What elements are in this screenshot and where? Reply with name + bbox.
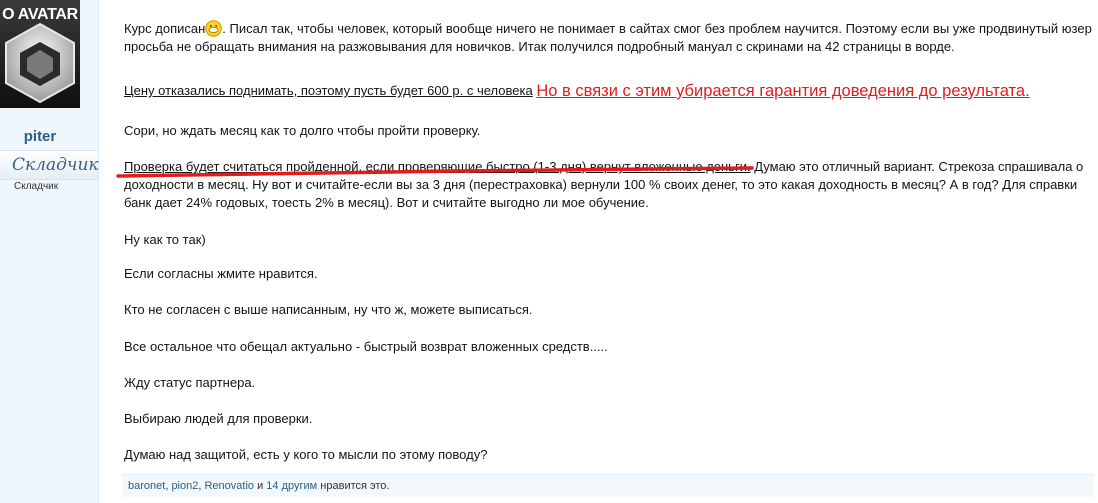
- likes-bar: baronet, pion2, Renovatio и 14 другим нр…: [122, 474, 1094, 497]
- conjunction: и: [254, 480, 267, 492]
- post-paragraph-4: Проверка будет считаться пройденной, есл…: [124, 158, 1084, 212]
- post-paragraph-1: Курс дописан. Писал так, чтобы человек, …: [124, 20, 1094, 56]
- text: . Писал так, чтобы человек, который вооб…: [124, 21, 1092, 54]
- like-user-link[interactable]: baronet: [128, 480, 165, 492]
- like-others-link[interactable]: 14 другим: [266, 480, 317, 492]
- likes-suffix: нравится это.: [317, 480, 390, 492]
- like-user-link[interactable]: pion2: [171, 480, 198, 492]
- rank-label: Складчик: [14, 181, 59, 192]
- user-sidebar: O AVATAR piter Складчик Складчик: [0, 0, 99, 503]
- post-paragraph-2: Цену отказались поднимать, поэтому пусть…: [124, 81, 1094, 100]
- post-paragraph-3: Сори, но ждать месяц как то долго чтобы …: [124, 123, 481, 138]
- rank-title: Складчик: [12, 155, 99, 175]
- avatar[interactable]: O AVATAR: [0, 0, 80, 108]
- avatar-hexagon-icon: [5, 22, 75, 104]
- smiley-icon: [205, 20, 223, 37]
- underlined-text: Проверка будет считаться пройденной, есл…: [124, 159, 751, 174]
- post-paragraph-7: Кто не согласен с выше написанным, ну чт…: [124, 302, 533, 317]
- username-link[interactable]: piter: [0, 128, 80, 145]
- rank-banner: Складчик: [0, 150, 99, 180]
- post-paragraph-9: Жду статус партнера.: [124, 375, 256, 390]
- underlined-text: Цену отказались поднимать, поэтому пусть…: [124, 83, 533, 98]
- post-paragraph-8: Все остальное что обещал актуально - быс…: [124, 339, 608, 354]
- post-paragraph-10: Выбираю людей для проверки.: [124, 411, 313, 426]
- text: Курс дописан: [124, 21, 206, 36]
- post-paragraph-11: Думаю над защитой, есть у кого то мысли …: [124, 447, 488, 462]
- post-paragraph-5: Ну как то так): [124, 232, 206, 247]
- like-user-link[interactable]: Renovatio: [204, 480, 254, 492]
- post-paragraph-6: Если согласны жмите нравится.: [124, 266, 318, 281]
- red-warning-text: Но в связи с этим убирается гарантия дов…: [536, 82, 1030, 100]
